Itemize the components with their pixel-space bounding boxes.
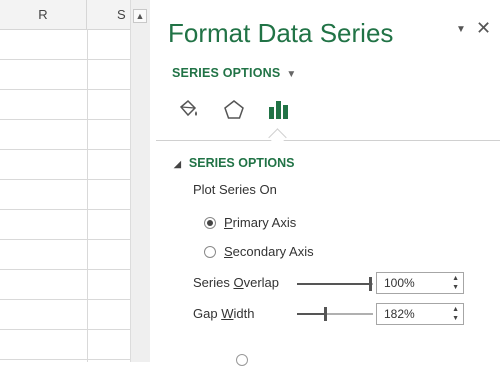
series-overlap-value[interactable]: 100%	[384, 276, 415, 290]
grid-line	[0, 269, 130, 270]
gap-width-slider-fill	[297, 313, 325, 315]
scroll-up-icon[interactable]: ▲	[133, 9, 147, 23]
grid-line	[0, 359, 130, 360]
pane-title: Format Data Series	[168, 18, 394, 48]
grid-line	[0, 209, 130, 210]
close-icon[interactable]: ✕	[476, 18, 491, 39]
plot-series-on-label: Plot Series On	[193, 182, 277, 197]
grid-line	[0, 119, 130, 120]
spinner-arrows-icon[interactable]: ▲ ▼	[452, 305, 459, 323]
secondary-axis-label-rest: econdary Axis	[232, 244, 314, 259]
gap-width-slider-thumb[interactable]	[324, 307, 327, 321]
secondary-axis-label: Secondary Axis	[224, 244, 314, 259]
series-overlap-spinner[interactable]: 100% ▲ ▼	[376, 272, 464, 294]
chevron-down-icon: ▼	[286, 69, 297, 80]
primary-axis-label: Primary Axis	[224, 215, 297, 230]
grid-line	[0, 149, 130, 150]
grid-line	[0, 59, 130, 60]
grid-line	[0, 329, 130, 330]
section-heading: SERIES OPTIONS	[188, 156, 295, 170]
primary-axis-option[interactable]: Primary Axis	[204, 215, 296, 230]
series-options-dropdown[interactable]: SERIES OPTIONS ▼	[172, 66, 297, 80]
secondary-axis-radio[interactable]	[204, 246, 216, 258]
column-header-s[interactable]: S	[87, 0, 130, 29]
gap-width-value[interactable]: 182%	[384, 307, 415, 321]
primary-axis-label-rest: rimary Axis	[232, 215, 297, 230]
secondary-axis-option[interactable]: Secondary Axis	[204, 244, 314, 259]
pentagon-icon[interactable]	[222, 98, 246, 122]
partial-next-control	[236, 354, 248, 366]
column-headers: R S	[0, 0, 130, 30]
gap-width-label: Gap Width	[193, 306, 255, 321]
series-overlap-slider[interactable]	[297, 277, 373, 291]
series-overlap-label: Series Overlap	[193, 275, 280, 290]
gap-width-slider[interactable]	[297, 307, 373, 321]
column-header-s-label: S	[117, 7, 126, 22]
pane-options-caret-icon[interactable]: ▼	[456, 24, 466, 35]
grid-line	[87, 29, 88, 362]
series-overlap-slider-fill	[297, 283, 369, 285]
format-data-series-pane: Format Data Series ▼ ✕ SERIES OPTIONS ▼ ◢…	[156, 0, 500, 366]
bar-chart-icon[interactable]	[266, 98, 290, 122]
series-overlap-slider-thumb[interactable]	[369, 277, 372, 291]
grid-line	[0, 299, 130, 300]
grid-line	[0, 89, 130, 90]
grid-line	[0, 179, 130, 180]
spinner-arrows-icon[interactable]: ▲ ▼	[452, 274, 459, 292]
primary-axis-radio[interactable]	[204, 217, 216, 229]
paint-bucket-icon[interactable]	[176, 98, 200, 122]
spreadsheet-grid[interactable]: R S	[0, 0, 130, 362]
vertical-scrollbar[interactable]: ▲	[130, 0, 150, 362]
gap-width-spinner[interactable]: 182% ▲ ▼	[376, 303, 464, 325]
active-tab-indicator	[268, 128, 287, 147]
series-options-dropdown-label: SERIES OPTIONS	[172, 66, 281, 80]
tab-divider	[156, 140, 500, 141]
series-options-section-header[interactable]: ◢ SERIES OPTIONS	[174, 156, 295, 170]
collapse-triangle-icon: ◢	[174, 159, 181, 169]
column-header-r[interactable]: R	[0, 0, 87, 29]
grid-line	[0, 239, 130, 240]
